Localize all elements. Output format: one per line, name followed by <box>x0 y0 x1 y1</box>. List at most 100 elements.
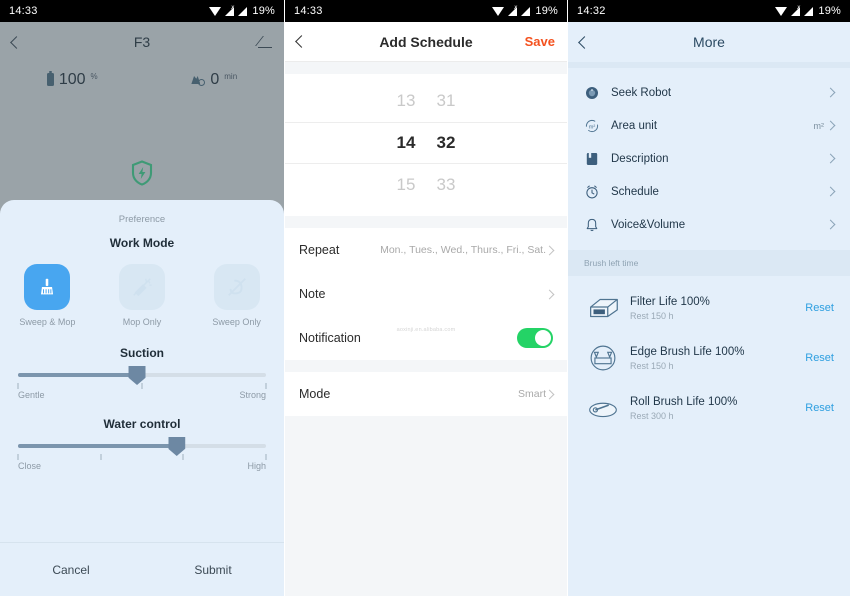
mop-only-box <box>118 264 165 310</box>
row-label: Repeat <box>299 243 340 257</box>
water-track[interactable] <box>18 437 266 456</box>
brush-item-edge-brush: Edge Brush Life 100% Rest 150 h Reset <box>568 333 850 383</box>
edit-icon[interactable] <box>258 35 272 49</box>
sweep-only-icon <box>227 278 246 296</box>
minute-value: 32 <box>436 133 456 152</box>
bell-icon <box>586 218 598 231</box>
menu-item-label: Schedule <box>611 185 659 198</box>
slider-tick <box>141 383 143 389</box>
page-title: F3 <box>133 34 151 50</box>
navbar-3: More <box>568 22 850 62</box>
submit-button[interactable]: Submit <box>142 563 284 577</box>
spacer <box>285 216 567 228</box>
wifi-icon <box>492 6 505 16</box>
robot-stats: 100 % 0 min <box>0 71 284 88</box>
slider-tick <box>100 454 102 460</box>
battery-percent: 19% <box>252 5 275 17</box>
menu-item-seek-robot[interactable]: Seek Robot <box>568 76 850 109</box>
slider-tick <box>17 383 19 389</box>
reset-button[interactable]: Reset <box>805 302 834 314</box>
mop-only-icon <box>133 278 152 297</box>
signal-icon-1 <box>507 5 518 16</box>
menu-item-schedule[interactable]: Schedule <box>568 175 850 208</box>
brush-item-sub: Rest 150 h <box>630 310 674 321</box>
work-mode-label: Sweep Only <box>212 317 261 327</box>
brush-item-sub: Rest 150 h <box>630 360 674 371</box>
navbar-1: F3 <box>0 22 284 62</box>
signal-icon-2 <box>237 6 248 16</box>
suction-ticks <box>17 381 267 390</box>
time-picker-row-next[interactable]: 15 33 <box>285 164 567 206</box>
row-repeat[interactable]: Repeat Mon., Tues., Wed., Thurs., Fri., … <box>285 228 567 272</box>
slider-tick <box>265 383 267 389</box>
menu-item-label: Seek Robot <box>611 86 672 99</box>
brush-item-text: Edge Brush Life 100% Rest 150 h <box>630 346 744 371</box>
time-picker-row-prev[interactable]: 13 31 <box>285 80 567 122</box>
runtime-unit: min <box>224 72 238 81</box>
menu-item-area-unit[interactable]: m² Area unit m² <box>568 109 850 142</box>
back-chevron-icon[interactable] <box>578 35 591 49</box>
chevron-right-icon <box>544 289 555 299</box>
save-button[interactable]: Save <box>525 34 555 49</box>
screen-robot-preference: 14:33 19% F3 100 % 0 min <box>0 0 284 596</box>
work-mode-mop-only[interactable]: Mop Only <box>105 264 179 327</box>
suction-min-label: Gentle <box>18 390 45 400</box>
spacer <box>285 62 567 74</box>
cancel-button[interactable]: Cancel <box>0 563 142 577</box>
brush-item-filter: Filter Life 100% Rest 150 h Reset <box>568 283 850 333</box>
schedule-options-list: Repeat Mon., Tues., Wed., Thurs., Fri., … <box>285 228 567 360</box>
three-screenshot-stage: 14:33 19% F3 100 % 0 min <box>0 0 850 596</box>
back-chevron-icon[interactable] <box>10 35 23 49</box>
battery-percent: 19% <box>535 5 558 17</box>
minute-value: 33 <box>436 175 456 194</box>
status-time: 14:33 <box>294 5 323 17</box>
menu-item-label: Voice&Volume <box>611 218 686 231</box>
time-picker[interactable]: 13 31 14 32 15 33 <box>285 74 567 216</box>
alarm-clock-icon <box>586 185 598 198</box>
work-mode-title: Work Mode <box>109 236 175 250</box>
hour-value: 13 <box>396 91 416 110</box>
row-label: Notification <box>299 331 361 345</box>
water-min-label: Close <box>18 461 42 471</box>
row-notification[interactable]: Notification aoxinji.en.alibaba.com <box>285 316 567 360</box>
brush-item-sub: Rest 300 h <box>630 410 674 421</box>
water-fill <box>18 444 177 448</box>
water-slider[interactable]: Close High <box>0 431 284 471</box>
menu-item-voice-volume[interactable]: Voice&Volume <box>568 208 850 241</box>
battery-percent: 19% <box>818 5 841 17</box>
notification-toggle[interactable] <box>517 328 553 348</box>
suction-track[interactable] <box>18 366 266 385</box>
suction-fill <box>18 373 138 377</box>
work-mode-label: Sweep & Mop <box>19 317 76 327</box>
chevron-right-icon <box>825 186 836 197</box>
time-picker-row-selected[interactable]: 14 32 <box>285 122 567 164</box>
status-icons: 19% <box>775 5 841 17</box>
work-mode-options: Sweep & Mop Mop Only Sweep Only <box>0 264 284 327</box>
slider-tick <box>17 454 19 460</box>
reset-button[interactable]: Reset <box>805 402 834 414</box>
preference-sheet: Preference Work Mode Sweep & Mop Mop Onl… <box>0 200 284 596</box>
book-icon <box>586 152 598 165</box>
row-mode[interactable]: Mode Smart <box>285 372 567 416</box>
back-chevron-icon[interactable] <box>295 35 308 48</box>
hour-value: 14 <box>396 133 416 152</box>
work-mode-sweep-mop[interactable]: Sweep & Mop <box>10 264 84 327</box>
reset-button[interactable]: Reset <box>805 352 834 364</box>
status-bar-2: 14:33 19% <box>285 0 567 22</box>
wifi-icon <box>775 6 788 16</box>
signal-icon-1 <box>224 5 235 16</box>
work-mode-sweep-only[interactable]: Sweep Only <box>200 264 274 327</box>
suction-slider[interactable]: Gentle Strong <box>0 360 284 400</box>
sweep-only-box <box>213 264 260 310</box>
filter-icon <box>590 298 618 318</box>
row-note[interactable]: Note <box>285 272 567 316</box>
robot-disc-icon <box>586 86 598 99</box>
page-title: More <box>693 34 725 50</box>
roll-brush-icon <box>589 402 617 418</box>
watermark-text: aoxinji.en.alibaba.com <box>396 327 456 333</box>
row-value: Mon., Tues., Wed., Thurs., Fri., Sat. <box>380 244 546 256</box>
sweep-mop-icon <box>41 278 54 295</box>
menu-item-description[interactable]: Description <box>568 142 850 175</box>
suction-range-labels: Gentle Strong <box>18 390 266 400</box>
